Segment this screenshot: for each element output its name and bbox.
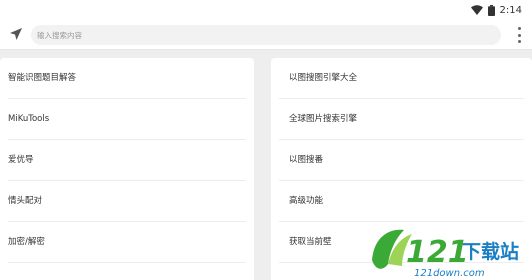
list-item-label: 爱优导 xyxy=(8,155,34,165)
battery-icon xyxy=(487,4,495,16)
watermark-logo: 121 下载站 121down.com xyxy=(372,229,519,279)
navigation-arrow-icon[interactable] xyxy=(9,27,23,41)
list-item-mikutools[interactable]: MiKuTools xyxy=(0,99,254,140)
list-item-global-image-search[interactable]: 全球图片搜索引擎 xyxy=(271,99,532,140)
search-input[interactable] xyxy=(37,25,501,45)
list-item-label: 获取当前壁 xyxy=(289,237,332,247)
top-bar xyxy=(0,20,532,50)
wifi-icon xyxy=(470,5,483,15)
list-item-label: 以图搜番 xyxy=(289,155,324,165)
status-icons: 2:14 xyxy=(470,3,522,17)
list-item-aiyoudao[interactable]: 爱优导 xyxy=(0,140,254,181)
list-item-image-search-engines[interactable]: 以图搜图引擎大全 xyxy=(271,58,532,99)
status-time: 2:14 xyxy=(499,4,522,16)
list-item-anime-search[interactable]: 以图搜番 xyxy=(271,140,532,181)
list-item-avatar-match[interactable]: 情头配对 xyxy=(0,181,254,222)
list-item-label: 加密/解密 xyxy=(8,237,45,247)
list-item-label: 智能识图题目解答 xyxy=(8,73,77,83)
list-item-label: 以图搜图引擎大全 xyxy=(289,73,358,83)
watermark-url: 121down.com xyxy=(414,268,485,279)
more-vertical-icon[interactable] xyxy=(516,27,522,43)
list-item-label: 高级功能 xyxy=(289,196,324,206)
list-item-qa[interactable]: 智能识图题目解答 xyxy=(0,58,254,99)
search-bar[interactable] xyxy=(31,25,501,45)
status-bar: 2:14 xyxy=(0,0,532,20)
list-item-advanced[interactable]: 高级功能 xyxy=(271,181,532,222)
watermark-text: 下载站 xyxy=(462,240,519,263)
list-item-label: 情头配对 xyxy=(8,196,43,206)
list-item-label: MiKuTools xyxy=(8,114,50,124)
list-item-encrypt[interactable]: 加密/解密 xyxy=(0,222,254,263)
watermark-number: 121 xyxy=(406,235,469,270)
list-item-label: 全球图片搜索引擎 xyxy=(289,114,358,124)
left-tools-list: 智能识图题目解答 MiKuTools 爱优导 情头配对 加密/解密 xyxy=(0,58,254,280)
